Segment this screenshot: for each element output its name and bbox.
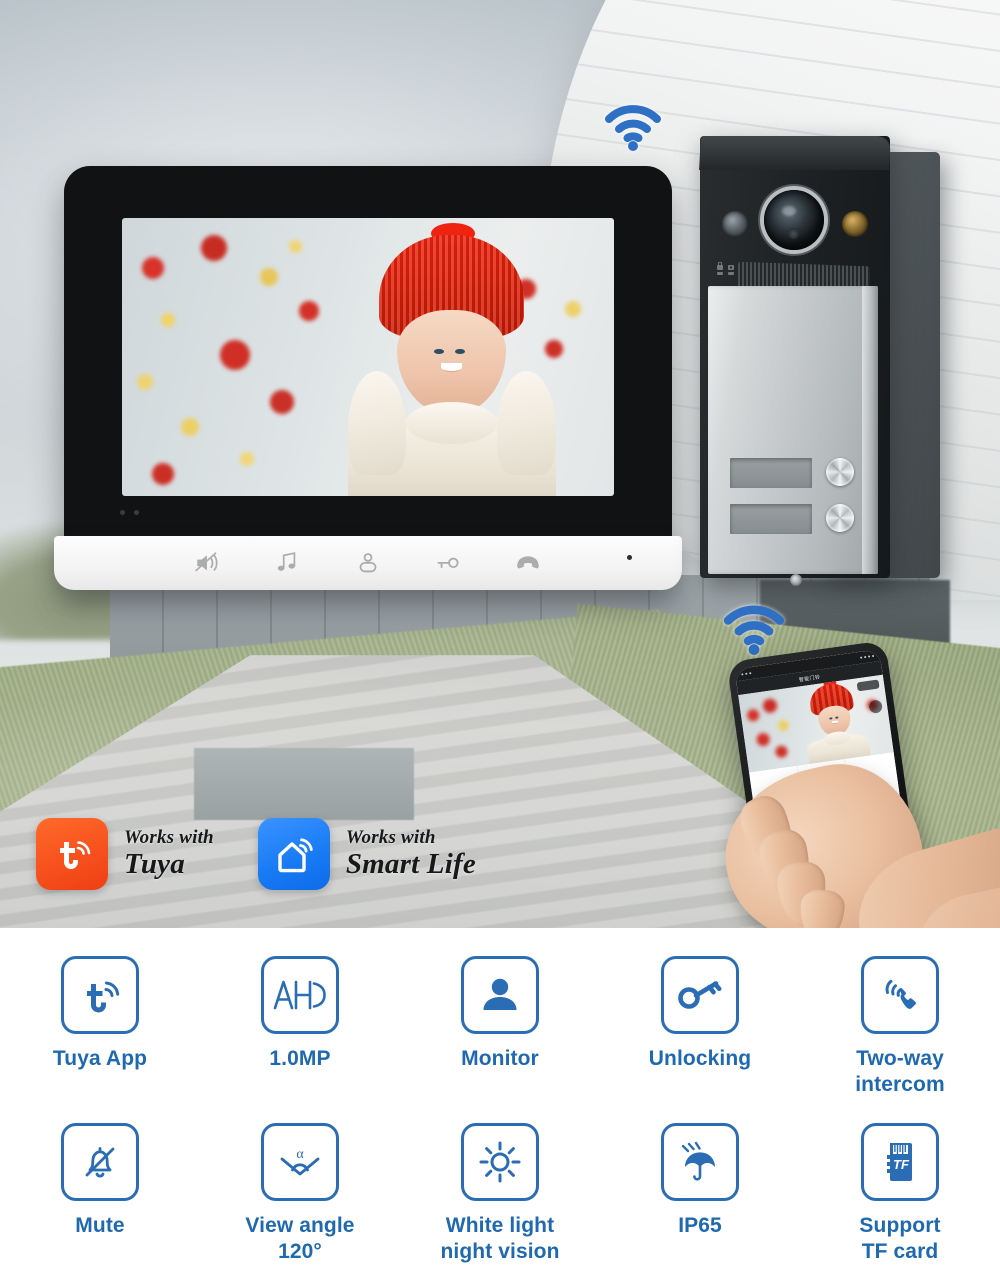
svg-text:α: α (296, 1147, 304, 1162)
call-button-2[interactable] (826, 504, 854, 532)
finger-little (798, 888, 846, 928)
eye-right (454, 349, 465, 355)
power-led (627, 555, 632, 560)
monitor-screen (122, 218, 614, 496)
monitor-stand (194, 748, 414, 820)
view-angle-icon: α (261, 1123, 339, 1202)
product-marketing-page: 智能门铃 Works with Tuya Works with Smart Li… (0, 0, 1000, 1280)
key-unlock-icon (661, 956, 739, 1034)
feature-label: 1.0MP (269, 1047, 331, 1070)
hero-photo-section: 智能门铃 Works with Tuya Works with Smart Li… (0, 0, 1000, 928)
indoor-monitor (54, 166, 682, 820)
badge-tuya: Works with Tuya (36, 818, 214, 890)
call-button-1[interactable] (826, 458, 854, 486)
feature-monitor[interactable]: Monitor (400, 942, 600, 1097)
svg-text:TF: TF (893, 1157, 910, 1172)
microphone (788, 228, 799, 239)
mitten-left (347, 370, 407, 476)
monitor-icon[interactable] (353, 550, 383, 576)
smile (440, 362, 463, 373)
wifi-signal-monitor (600, 100, 666, 152)
feature-label: View angle 120° (245, 1214, 355, 1263)
hand-holding-phone (709, 704, 1000, 928)
feature-label: Unlocking (648, 1047, 752, 1070)
phone-waves-icon (861, 956, 939, 1034)
feature-tf-card[interactable]: TF Support TF card (800, 1097, 1000, 1264)
umbrella-rain-icon (661, 1123, 739, 1202)
feature-label: Monitor (461, 1047, 539, 1070)
eye-left (434, 349, 444, 355)
doorbell-visor (699, 136, 891, 170)
smart-life-badge-text: Works with Smart Life (345, 827, 476, 880)
doorbell-body (699, 136, 891, 586)
christmas-scene (122, 218, 614, 496)
feature-label: Support TF card (859, 1214, 941, 1263)
mounting-screw (790, 574, 802, 586)
feature-grid-section: Tuya App 1.0MP Monitor Unlocking Two-way… (0, 928, 1000, 1280)
tuya-logo-icon (36, 818, 108, 890)
feature-label: Two-way intercom (855, 1047, 945, 1096)
feature-label: IP65 (678, 1214, 722, 1238)
feature-ip65[interactable]: IP65 (600, 1097, 800, 1264)
bell-muted-icon (61, 1123, 139, 1202)
face (397, 310, 506, 415)
ir-sensor-left (722, 211, 748, 237)
key-icon[interactable] (433, 550, 463, 576)
sun-icon (461, 1123, 539, 1202)
nameplate-slot-1 (730, 458, 812, 488)
feature-label: Mute (75, 1214, 125, 1238)
feature-two-way-intercom[interactable]: Two-way intercom (800, 942, 1000, 1097)
nameplate-slot-2 (730, 504, 812, 534)
feature-mute[interactable]: Mute (0, 1097, 200, 1264)
feature-night-vision[interactable]: White light night vision (400, 1097, 600, 1264)
tf-card-icon: TF (861, 1123, 939, 1202)
smart-home-wifi-icon (257, 818, 330, 890)
feature-row-2: Mute α View angle 120° White light night… (0, 1097, 1000, 1264)
feature-row-1: Tuya App 1.0MP Monitor Unlocking Two-way… (0, 942, 1000, 1097)
feature-unlocking[interactable]: Unlocking (600, 942, 800, 1097)
badge-smart-life: Works with Smart Life (257, 818, 476, 890)
tuya-app-icon (61, 956, 139, 1034)
collar (406, 401, 497, 444)
ir-sensor-right (842, 211, 868, 237)
person-monitor-icon (461, 956, 539, 1034)
monitor-sensor-dots (120, 510, 125, 515)
camera-lens (764, 190, 824, 250)
phone-handset-icon[interactable] (513, 550, 543, 576)
phone-in-hand: 智能门铃 (709, 630, 1000, 928)
tuya-badge-text: Works with Tuya (124, 827, 214, 880)
person-on-screen (338, 223, 564, 496)
mitten-right (496, 370, 556, 476)
feature-view-angle[interactable]: α View angle 120° (200, 1097, 400, 1264)
outdoor-doorbell-station (699, 136, 950, 588)
ahd-icon (261, 956, 339, 1034)
mute-icon[interactable] (193, 550, 223, 576)
feature-label: Tuya App (52, 1047, 148, 1070)
feature-ahd-resolution[interactable]: 1.0MP (200, 942, 400, 1097)
doorbell-front-panel (708, 286, 878, 586)
feature-tuya-app[interactable]: Tuya App (0, 942, 200, 1097)
feature-label: White light night vision (440, 1214, 560, 1263)
compatibility-badges: Works with Tuya Works with Smart Life (36, 818, 476, 890)
monitor-control-bar (54, 536, 682, 590)
music-note-icon[interactable] (273, 550, 303, 576)
